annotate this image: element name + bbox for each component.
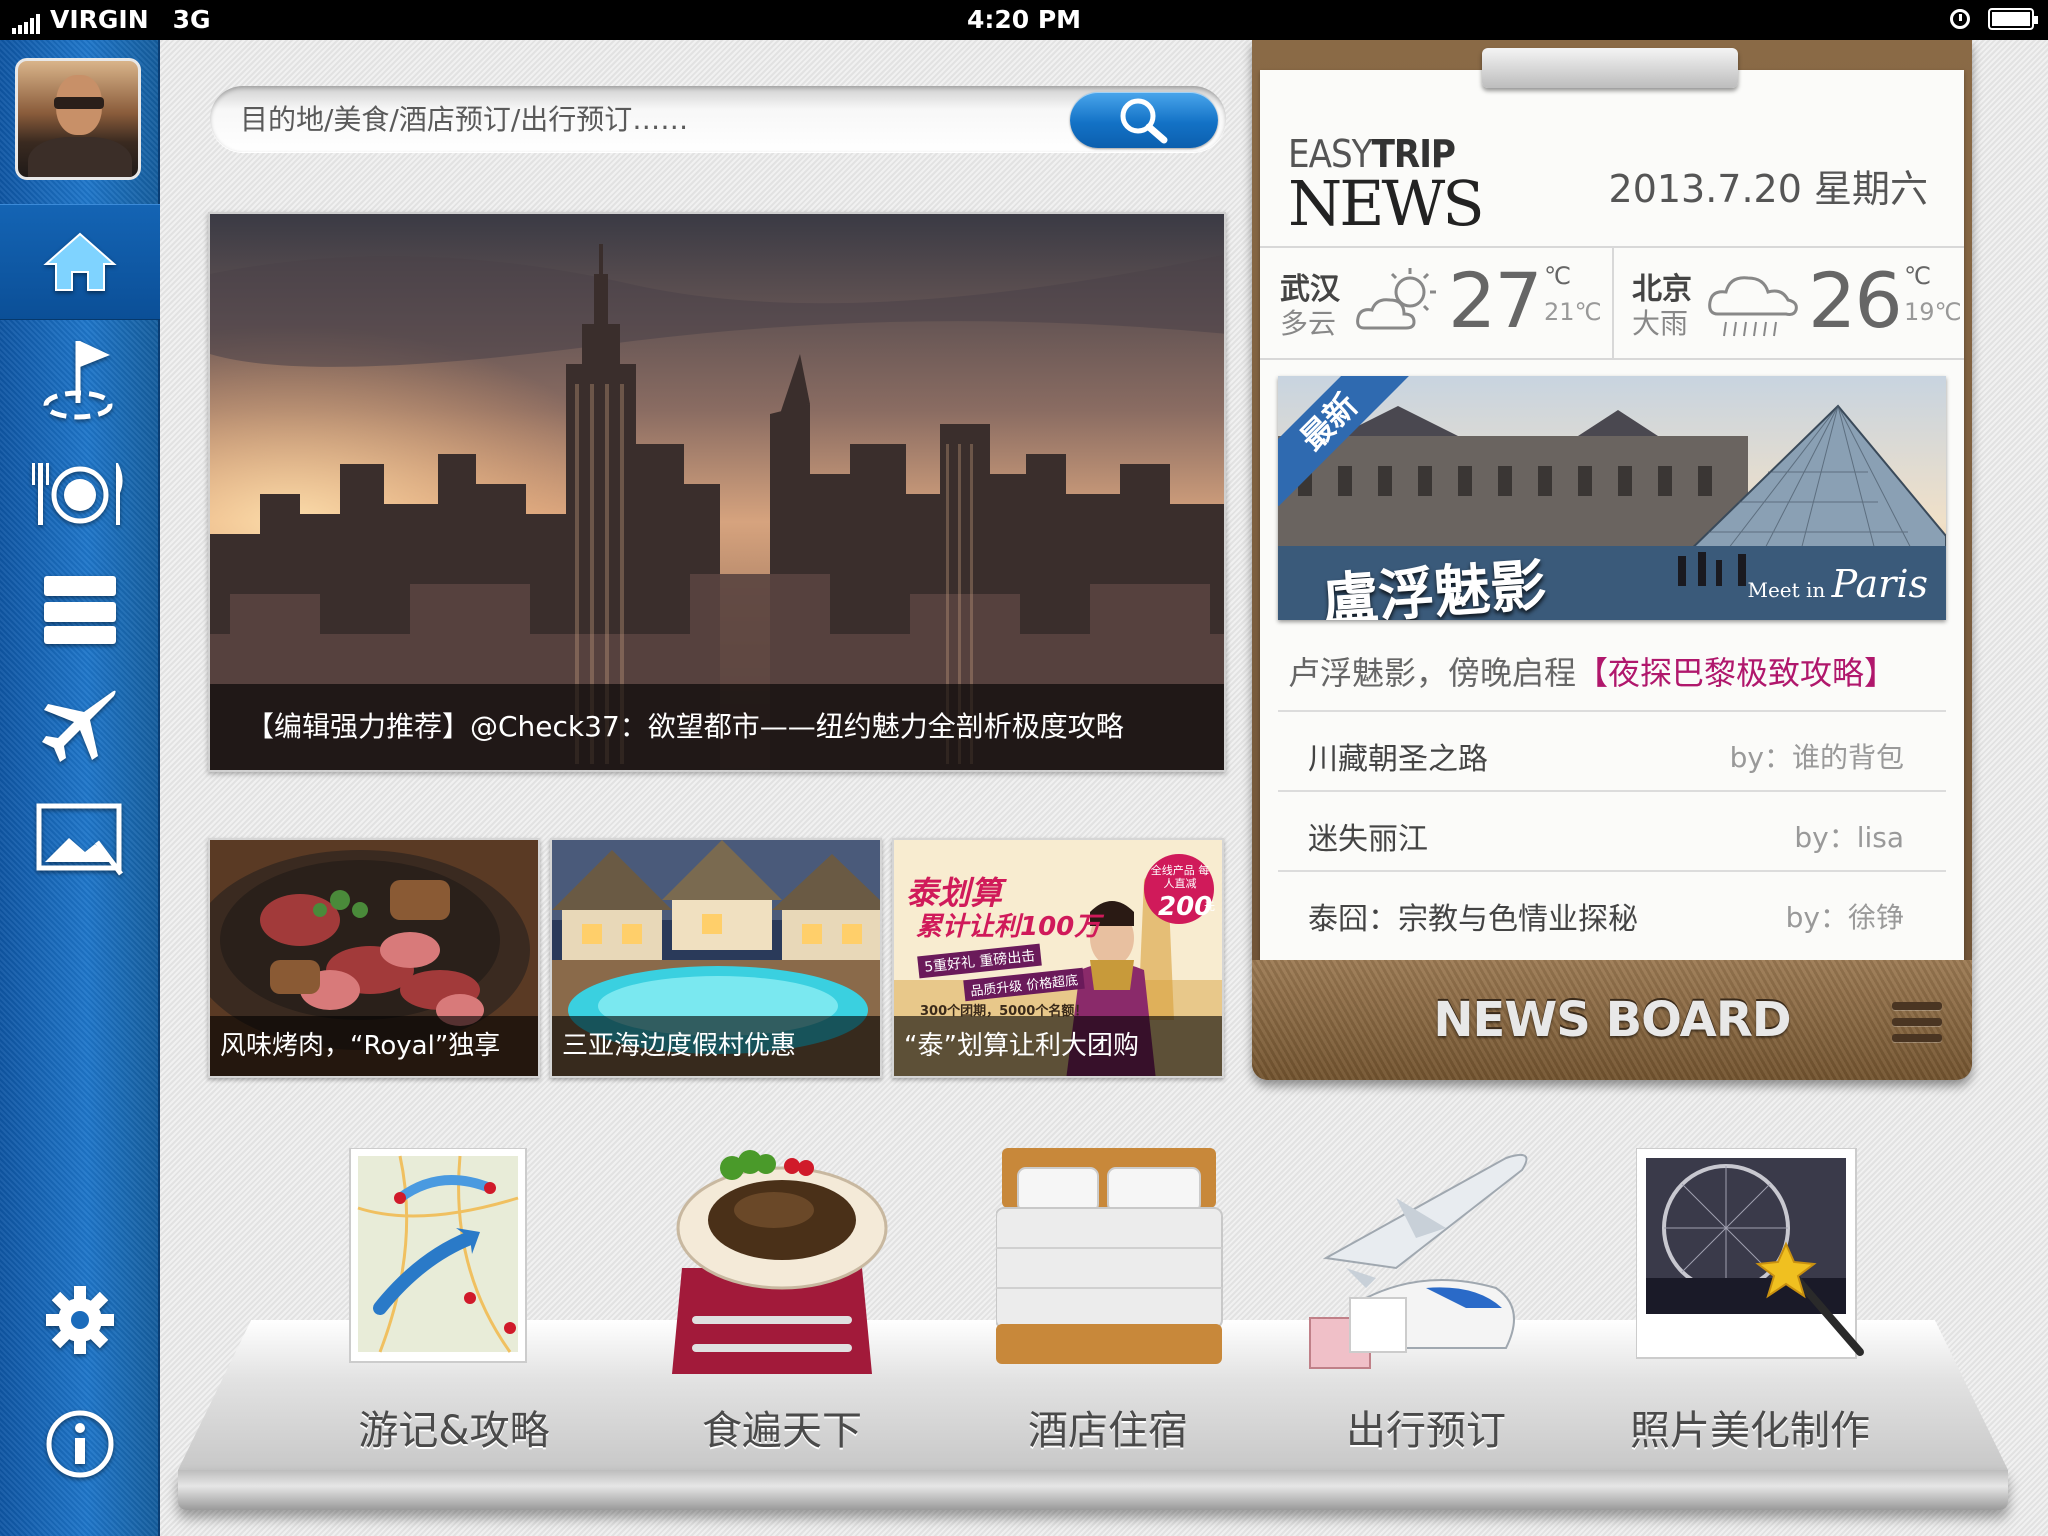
rain-cloud-icon: [1708, 276, 1798, 337]
weather-unit: ℃: [1904, 262, 1931, 290]
news-paper: EASYTRIP NEWS 2013.7.20 星期六 武汉 多云 27 ℃ 2…: [1260, 70, 1964, 984]
shelf-label: 出行预订: [1346, 1408, 1506, 1454]
feature-story-card[interactable]: 最新 盧浮魅影 Meet in Paris: [1278, 376, 1946, 620]
photo-edit-icon: [36, 803, 123, 876]
headline-link[interactable]: 【夜探巴黎极致攻略】: [1576, 654, 1896, 692]
weather-wuhan: 武汉 多云 27 ℃ 21℃: [1260, 246, 1612, 356]
shelf-label: 酒店住宿: [1028, 1408, 1188, 1454]
news-author: by：徐铮: [1785, 901, 1904, 934]
promo-card-resort[interactable]: 三亚海边度假村优惠: [550, 838, 882, 1078]
feature-headline[interactable]: 卢浮魅影，傍晚启程【夜探巴黎极致攻略】: [1288, 648, 1896, 694]
promo-badge-unit: 元: [1204, 900, 1215, 913]
shelf-edge: [178, 1470, 2008, 1510]
shelf-label: 游记&攻略: [358, 1408, 550, 1454]
flag-icon: [43, 341, 113, 420]
search-icon: [1120, 98, 1168, 144]
battery-icon: [1988, 8, 2038, 30]
weather-temp: 27: [1448, 256, 1543, 345]
sidebar-item-hotel[interactable]: [0, 552, 160, 668]
info-icon: [46, 1410, 114, 1478]
weather-temp: 26: [1808, 256, 1903, 345]
news-title: 迷失丽江: [1308, 822, 1428, 857]
promo-caption: 风味烤肉，“Royal”独享: [210, 1016, 538, 1076]
sidebar-item-home[interactable]: [0, 204, 160, 320]
news-author: by：lisa: [1794, 821, 1904, 854]
news-title: 川藏朝圣之路: [1308, 742, 1488, 777]
shelf-label: 食遍天下: [702, 1408, 862, 1454]
weather-condition: 多云: [1280, 307, 1337, 340]
plate-cutlery-icon: [32, 463, 123, 525]
search-input[interactable]: [240, 96, 1020, 142]
promo-caption: “泰”划算让利大团购: [894, 1016, 1222, 1076]
headline-prefix: 卢浮魅影，傍晚启程: [1288, 654, 1577, 692]
weather-low: 21℃: [1544, 298, 1602, 326]
news-list-item[interactable]: 泰囧：宗教与色情业探秘 by：徐铮: [1278, 870, 1946, 950]
feature-meet: Meet in Paris: [1747, 562, 1928, 606]
shelf-item-photos[interactable]: [1636, 1148, 1866, 1378]
photo-wand-icon: [1636, 1148, 1864, 1359]
home-icon: [43, 232, 117, 291]
gear-icon: [46, 1286, 114, 1354]
brand-news: NEWS: [1288, 167, 1485, 240]
shelf-item-travel[interactable]: [1306, 1148, 1536, 1378]
dish-icon: [672, 1150, 888, 1374]
hero-caption: 【编辑强力推荐】@Check37：欲望都市——纽约魅力全剖析极度攻略: [210, 684, 1224, 770]
partly-cloudy-icon: [1356, 268, 1436, 330]
sidebar-item-photos[interactable]: [0, 784, 160, 900]
weather-low: 19℃: [1904, 298, 1962, 326]
shelf-item-hotel[interactable]: [996, 1148, 1226, 1378]
shelf-label: 照片美化制作: [1630, 1408, 1870, 1454]
sidebar-item-info[interactable]: [0, 1386, 160, 1502]
news-title: 泰囧：宗教与色情业探秘: [1308, 902, 1638, 937]
sidebar-item-food[interactable]: [0, 436, 160, 552]
brand-logo: EASYTRIP NEWS: [1288, 132, 1485, 240]
news-board-label: NEWS BOARD: [1433, 992, 1791, 1048]
hero-banner[interactable]: 【编辑强力推荐】@Check37：欲望都市——纽约魅力全剖析极度攻略: [208, 212, 1226, 772]
news-list-item[interactable]: 迷失丽江 by：lisa: [1278, 790, 1946, 870]
bed-icon: [44, 576, 116, 644]
promo-badge-top: 全线产品 每人直减: [1150, 864, 1210, 890]
weather-unit: ℃: [1544, 262, 1571, 290]
user-avatar[interactable]: [15, 58, 141, 180]
bed-icon: [996, 1148, 1223, 1364]
board-clip: [1482, 48, 1738, 88]
feature-place: Paris: [1831, 562, 1928, 606]
weather-beijing: 北京 大雨 26 ℃ 19℃: [1612, 246, 1964, 356]
menu-icon[interactable]: [1892, 1002, 1942, 1042]
news-author: by：谁的背包: [1729, 741, 1904, 774]
airplane-icon: [42, 690, 116, 762]
promo-card-bbq[interactable]: 风味烤肉，“Royal”独享: [208, 838, 540, 1078]
map-icon: [349, 1148, 527, 1363]
promo-caption: 三亚海边度假村优惠: [552, 1016, 880, 1076]
sidebar: [0, 40, 160, 1536]
weather-condition: 大雨: [1632, 307, 1689, 340]
alarm-clock-icon: [1950, 9, 1970, 29]
sidebar-item-guides[interactable]: [0, 320, 160, 436]
news-date: 2013.7.20 星期六: [1608, 167, 1928, 211]
promo-banner-subtitle: 累计让利100万: [916, 912, 1101, 942]
shelf-item-food[interactable]: [662, 1148, 892, 1378]
plane-train-icon: [1309, 1154, 1528, 1369]
news-board-footer: NEWS BOARD: [1252, 960, 1972, 1080]
sidebar-item-settings[interactable]: [0, 1262, 160, 1378]
status-time: 4:20 PM: [966, 5, 1082, 34]
search-bar: [210, 86, 1226, 152]
status-bar: VIRGIN 3G 4:20 PM: [0, 0, 2048, 40]
news-list-item[interactable]: 川藏朝圣之路 by：谁的背包: [1278, 710, 1946, 790]
promo-card-thailand[interactable]: 泰划算 累计让利100万 全线产品 每人直减 200 元 5重好礼 重磅出击 品…: [892, 838, 1224, 1078]
sidebar-item-flights[interactable]: [0, 668, 160, 784]
shelf-item-guides[interactable]: [340, 1148, 570, 1378]
search-button[interactable]: [1070, 92, 1218, 148]
news-board: EASYTRIP NEWS 2013.7.20 星期六 武汉 多云 27 ℃ 2…: [1252, 40, 1972, 1080]
